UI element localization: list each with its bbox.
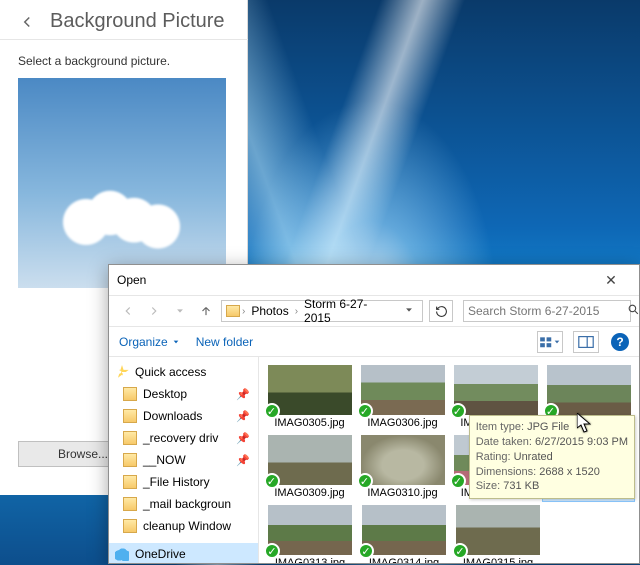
file-thumbnail: ✓ xyxy=(547,365,631,415)
sync-check-icon: ✓ xyxy=(452,543,468,559)
file-name: IMAG0309.jpg xyxy=(266,487,353,499)
sync-check-icon: ✓ xyxy=(450,473,466,489)
folder-icon xyxy=(123,409,137,423)
sidebar-item-label: _recovery driv xyxy=(143,431,218,445)
file-item[interactable]: ✓IMAG0313.jpg xyxy=(264,503,356,563)
address-bar[interactable]: › Photos › Storm 6-27-2015 xyxy=(221,300,423,322)
search-box[interactable] xyxy=(463,300,631,322)
breadcrumb-current[interactable]: Storm 6-27-2015 xyxy=(300,297,398,325)
sidebar-item[interactable]: Desktop 📌 xyxy=(109,383,258,405)
onedrive-icon xyxy=(115,547,129,561)
folder-icon xyxy=(123,453,137,467)
pin-icon: 📌 xyxy=(236,454,250,467)
view-mode-button[interactable] xyxy=(537,331,563,353)
sidebar-item[interactable]: _File History xyxy=(109,471,258,493)
search-icon[interactable] xyxy=(627,303,640,319)
sync-check-icon: ✓ xyxy=(264,403,280,419)
sidebar-item[interactable]: cleanup Window xyxy=(109,515,258,537)
nav-back-icon[interactable] xyxy=(117,300,139,322)
folder-icon xyxy=(123,497,137,511)
sidebar-item-label: Downloads xyxy=(143,409,202,423)
file-thumbnail: ✓ xyxy=(268,365,352,415)
file-tooltip: Item type: JPG File Date taken: 6/27/201… xyxy=(469,415,635,499)
file-item[interactable]: ✓IMAG0314.jpg xyxy=(358,503,450,563)
sidebar-item[interactable]: __NOW 📌 xyxy=(109,449,258,471)
file-thumbnail: ✓ xyxy=(456,505,540,555)
file-name: IMAG0315.jpg xyxy=(454,557,542,563)
file-thumbnail: ✓ xyxy=(362,505,446,555)
file-thumbnail: ✓ xyxy=(454,365,538,415)
pin-icon: 📌 xyxy=(236,388,250,401)
background-preview[interactable] xyxy=(18,78,226,288)
file-thumbnail: ✓ xyxy=(268,435,352,485)
file-name: IMAG0305.jpg xyxy=(266,417,353,429)
chevron-down-icon xyxy=(553,338,561,346)
folder-icon xyxy=(123,475,137,489)
file-thumbnail: ✓ xyxy=(268,505,352,555)
preview-pane-button[interactable] xyxy=(573,331,599,353)
sidebar-item-label: Desktop xyxy=(143,387,187,401)
sync-check-icon: ✓ xyxy=(357,403,373,419)
open-dialog: Open ✕ › Photos › Storm 6-27-2015 xyxy=(108,264,640,564)
chevron-right-icon[interactable]: › xyxy=(295,306,298,317)
sidebar-item[interactable]: _recovery driv 📌 xyxy=(109,427,258,449)
file-thumbnail: ✓ xyxy=(361,435,445,485)
search-input[interactable] xyxy=(464,304,627,318)
help-icon[interactable]: ? xyxy=(611,333,629,351)
nav-forward-icon[interactable] xyxy=(143,300,165,322)
onedrive-group[interactable]: OneDrive xyxy=(109,543,258,563)
close-icon[interactable]: ✕ xyxy=(591,265,631,295)
folder-icon xyxy=(123,431,137,445)
file-item[interactable]: ✓IMAG0315.jpg xyxy=(452,503,544,563)
organize-menu[interactable]: Organize xyxy=(119,335,180,349)
sync-check-icon: ✓ xyxy=(264,473,280,489)
breadcrumb-parent[interactable]: Photos xyxy=(247,304,292,318)
file-name: IMAG0313.jpg xyxy=(266,557,354,563)
pin-icon: 📌 xyxy=(236,432,250,445)
navigation-pane: Quick access Desktop📌Downloads📌_recovery… xyxy=(109,357,259,563)
sync-check-icon: ✓ xyxy=(357,473,373,489)
sidebar-item[interactable]: _mail backgroun xyxy=(109,493,258,515)
sync-check-icon: ✓ xyxy=(450,403,466,419)
chevron-right-icon[interactable]: › xyxy=(242,306,245,317)
dialog-title: Open xyxy=(117,273,591,287)
settings-title: Background Picture xyxy=(50,10,225,33)
folder-icon xyxy=(123,519,137,533)
sync-check-icon: ✓ xyxy=(358,543,374,559)
quick-access-group[interactable]: Quick access xyxy=(109,361,258,383)
new-folder-button[interactable]: New folder xyxy=(196,335,253,349)
chevron-down-icon xyxy=(172,338,180,346)
file-item[interactable]: ✓IMAG0309.jpg xyxy=(264,433,355,501)
sidebar-item[interactable]: Downloads 📌 xyxy=(109,405,258,427)
folder-icon xyxy=(123,387,137,401)
star-icon xyxy=(115,365,129,379)
file-item[interactable]: ✓IMAG0310.jpg xyxy=(357,433,448,501)
file-item[interactable]: ✓IMAG0306.jpg xyxy=(357,363,448,431)
file-name: IMAG0306.jpg xyxy=(359,417,446,429)
nav-up-icon[interactable] xyxy=(195,300,217,322)
file-name: IMAG0310.jpg xyxy=(359,487,446,499)
settings-prompt: Select a background picture. xyxy=(18,54,230,68)
sidebar-item-label: _File History xyxy=(143,475,210,489)
chevron-down-icon[interactable] xyxy=(400,304,418,318)
sidebar-item-label: cleanup Window xyxy=(143,519,231,533)
sync-check-icon: ✓ xyxy=(264,543,280,559)
pin-icon: 📌 xyxy=(236,410,250,423)
back-icon[interactable] xyxy=(16,11,38,33)
file-item[interactable]: ✓IMAG0305.jpg xyxy=(264,363,355,431)
nav-recent-icon[interactable] xyxy=(169,300,191,322)
folder-icon xyxy=(226,305,240,317)
sidebar-item-label: __NOW xyxy=(143,453,186,467)
sidebar-item-label: _mail backgroun xyxy=(143,497,231,511)
file-name: IMAG0314.jpg xyxy=(360,557,448,563)
file-thumbnail: ✓ xyxy=(361,365,445,415)
refresh-icon[interactable] xyxy=(429,300,453,322)
